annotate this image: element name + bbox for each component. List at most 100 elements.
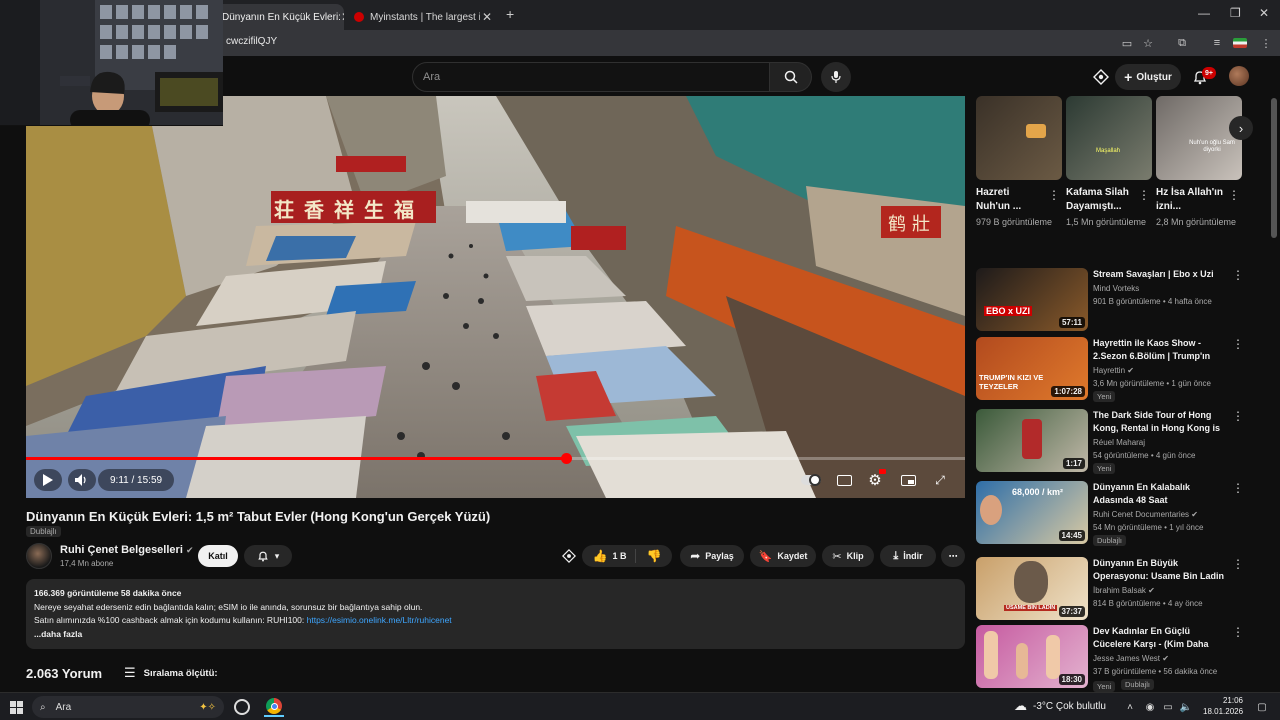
page-scrollbar[interactable] xyxy=(1271,98,1277,238)
chrome-taskbar-icon[interactable] xyxy=(264,697,284,717)
ask-icon[interactable] xyxy=(562,549,576,563)
cast-icon[interactable]: ▭ xyxy=(1119,35,1135,51)
extensions-icon[interactable]: ⧉ xyxy=(1174,35,1190,51)
description-box[interactable]: 166.369 görüntüleme 58 dakika önce Nerey… xyxy=(26,579,965,649)
share-button[interactable]: ➦ Paylaş xyxy=(680,545,744,567)
short-title: Kafama Silah Dayamıştı... xyxy=(1066,187,1129,212)
video-frame-street-market xyxy=(26,96,965,498)
video-menu-icon[interactable]: ⋮ xyxy=(1232,625,1244,639)
save-button[interactable]: 🔖 Kaydet xyxy=(750,545,816,567)
tray-app-icon[interactable]: ◉ xyxy=(1140,697,1160,717)
fullscreen-button[interactable]: ⤢ xyxy=(930,469,950,491)
microphone-icon xyxy=(831,71,841,83)
search-button[interactable] xyxy=(770,62,812,92)
create-button[interactable]: + Oluştur xyxy=(1115,64,1181,90)
channel-avatar[interactable] xyxy=(26,543,52,569)
comment-count: 2.063 Yorum xyxy=(26,666,103,681)
short-menu-icon[interactable]: ⋮ xyxy=(1048,188,1060,202)
channel-name[interactable]: Réuel Maharaj xyxy=(1093,438,1145,447)
channel-name[interactable]: Mind Vorteks xyxy=(1093,284,1139,293)
close-tab-icon[interactable]: ✕ xyxy=(482,10,492,24)
sort-comments-button[interactable]: ☰ Sıralama ölçütü: xyxy=(124,665,218,681)
dislike-button[interactable]: 👎 xyxy=(641,549,662,563)
video-player[interactable]: 荘香祥生福 鹤壯 xyxy=(26,96,965,498)
subscribe-notification-button[interactable]: ▾ xyxy=(244,545,292,567)
system-clock[interactable]: 21:06 18.01.2026 xyxy=(1203,695,1243,717)
recommended-video[interactable]: 1:17 The Dark Side Tour of Hong Kong, Re… xyxy=(976,409,1266,474)
volume-button[interactable] xyxy=(68,469,96,491)
autoplay-toggle[interactable] xyxy=(800,469,822,491)
short-item[interactable]: Maşallah Kafama Silah Dayamıştı... 1,5 M… xyxy=(1066,96,1152,229)
video-menu-icon[interactable]: ⋮ xyxy=(1232,481,1244,495)
reading-list-icon[interactable]: ≡ xyxy=(1209,35,1225,51)
shorts-next-button[interactable]: › xyxy=(1229,116,1253,140)
channel-name[interactable]: Hayrettin ✔ xyxy=(1093,366,1134,375)
video-menu-icon[interactable]: ⋮ xyxy=(1232,337,1244,351)
voice-search-button[interactable] xyxy=(821,62,851,92)
progress-played xyxy=(26,457,566,460)
video-title: The Dark Side Tour of Hong Kong, Rental … xyxy=(1093,410,1220,433)
short-menu-icon[interactable]: ⋮ xyxy=(1138,188,1150,202)
short-views: 979 B görüntüleme xyxy=(976,217,1053,227)
progress-scrubber[interactable] xyxy=(561,453,572,464)
recommended-video[interactable]: EBO x UZI 57:11 Stream Savaşları | Ebo x… xyxy=(976,268,1266,332)
recommended-video[interactable]: 68,000 / km² 14:45 Dünyanın En Kalabalık… xyxy=(976,481,1266,546)
join-button[interactable]: Katıl xyxy=(198,545,238,567)
close-window-icon[interactable]: ✕ xyxy=(1259,6,1269,20)
show-more-link[interactable]: ...daha fazla xyxy=(34,628,957,642)
subscriber-count: 17,4 Mn abone xyxy=(60,559,114,568)
channel-name[interactable]: İbrahim Balsak ✔ xyxy=(1093,586,1155,595)
short-menu-icon[interactable]: ⋮ xyxy=(1228,188,1240,202)
miniplayer-button[interactable] xyxy=(898,469,918,491)
recommended-video[interactable]: 18:30 Dev Kadınlar En Güçlü Cücelere Kar… xyxy=(976,625,1266,692)
profile-flag-icon[interactable] xyxy=(1232,35,1248,51)
short-item[interactable]: Nuh'un oğlu Sam diyorki Hz İsa Allah'ın … xyxy=(1156,96,1242,229)
account-avatar[interactable] xyxy=(1229,66,1249,86)
like-button[interactable]: 👍 1 B xyxy=(593,549,636,563)
short-item[interactable]: Hazreti Nuh'un ... 979 B görüntüleme ⋮ xyxy=(976,96,1062,229)
tray-chevron-up-icon[interactable]: ˄ xyxy=(1120,697,1140,717)
duration-badge: 18:30 xyxy=(1058,674,1085,685)
video-title: Dünyanın En Büyük Operasyonu: Usame Bin … xyxy=(1093,558,1225,581)
close-tab-icon[interactable]: ✕ xyxy=(341,10,344,24)
subtitles-button[interactable] xyxy=(834,469,854,491)
video-thumbnail: 18:30 xyxy=(976,625,1088,688)
bookmark-star-icon[interactable]: ☆ xyxy=(1140,35,1156,51)
search-input[interactable]: Ara xyxy=(412,62,770,92)
dubbed-badge: Dublajlı xyxy=(1093,535,1127,546)
duration-badge: 14:45 xyxy=(1058,530,1085,541)
url-text[interactable]: cwczifilQJY xyxy=(226,36,277,47)
studio-icon[interactable] xyxy=(1093,69,1109,85)
tab-current[interactable]: Dünyanın En Küçük Evleri: ✕ xyxy=(214,4,344,30)
windows-start-icon[interactable] xyxy=(6,697,26,717)
recommended-video[interactable]: TRUMP'IN KIZI VE TEYZELER 1:07:28 Hayret… xyxy=(976,337,1266,402)
sort-icon: ☰ xyxy=(124,665,136,680)
recommended-video[interactable]: USAME BİN LADİN 37:37 Dünyanın En Büyük … xyxy=(976,557,1266,621)
volume-icon[interactable]: 🔈 xyxy=(1176,697,1196,717)
app-icon[interactable] xyxy=(232,697,252,717)
tab-myinstants[interactable]: Myinstants | The largest instan ✕ xyxy=(346,4,500,30)
video-menu-icon[interactable]: ⋮ xyxy=(1232,268,1244,282)
minimize-icon[interactable]: — xyxy=(1198,6,1210,20)
restore-icon[interactable]: ❐ xyxy=(1230,6,1241,20)
clip-button[interactable]: ✂ Klip xyxy=(822,545,874,567)
video-menu-icon[interactable]: ⋮ xyxy=(1232,409,1244,423)
settings-button[interactable]: ⚙ xyxy=(865,469,886,491)
channel-name[interactable]: Jesse James West ✔ xyxy=(1093,654,1169,663)
description-line-1: Nereye seyahat ederseniz edin bağlantıda… xyxy=(34,601,423,612)
video-menu-icon[interactable]: ⋮ xyxy=(1232,557,1244,571)
video-title: Hayrettin ile Kaos Show - 2.Sezon 6.Bölü… xyxy=(1093,338,1211,361)
weather-widget[interactable]: ☁ -3°C Çok bulutlu xyxy=(1014,698,1106,714)
description-link[interactable]: https://esimio.onelink.me/Lltr/ruhicenet xyxy=(307,615,452,625)
taskbar-search[interactable]: ⌕ Ara ✦✧ xyxy=(32,696,224,718)
play-button[interactable] xyxy=(34,469,62,491)
channel-name[interactable]: Ruhi Cenet Documentaries ✔ xyxy=(1093,510,1198,519)
download-button[interactable]: ⤓ İndir xyxy=(880,545,936,567)
network-icon[interactable]: ▭ xyxy=(1158,697,1178,717)
browser-menu-icon[interactable]: ⋮ xyxy=(1258,35,1274,51)
new-tab-button[interactable]: + xyxy=(506,6,514,22)
notification-center-icon[interactable]: ▢ xyxy=(1252,697,1272,717)
channel-name[interactable]: Ruhi Çenet Belgeselleri ✔ xyxy=(60,544,193,556)
more-actions-button[interactable]: ⋯ xyxy=(941,545,965,567)
notification-badge: 9+ xyxy=(1202,67,1216,79)
